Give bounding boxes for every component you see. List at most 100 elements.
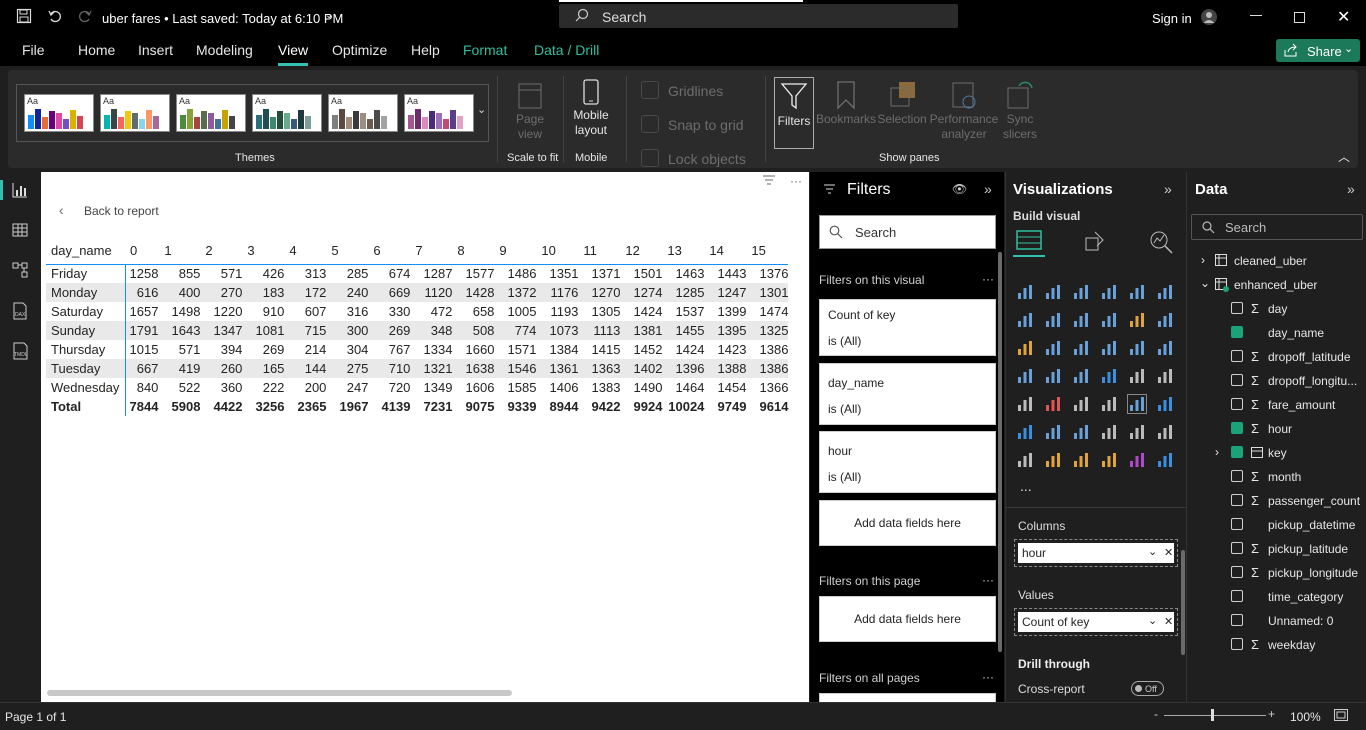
matrix-cell[interactable]: 767 [368, 340, 411, 359]
matrix-row[interactable]: Saturday 1657 1498 1220 910 607 316 330 472 658 10… [46, 302, 788, 321]
zoom-out-button[interactable]: - [1154, 707, 1158, 721]
columns-well[interactable]: hour ⌄ ✕ [1014, 539, 1178, 567]
field-checkbox[interactable] [1231, 446, 1243, 458]
menu-format[interactable]: Format [463, 42, 507, 58]
matrix-cell[interactable]: 1301 [746, 283, 789, 302]
menu-modeling[interactable]: Modeling [196, 42, 253, 58]
field-item[interactable]: Σdropoff_longitu... [1187, 370, 1366, 392]
matrix-cell[interactable]: 1247 [704, 283, 747, 302]
theme-thumbnail[interactable]: Aa [100, 94, 170, 132]
matrix-column-header[interactable]: 13 [662, 238, 704, 264]
undo-icon[interactable] [47, 8, 63, 27]
back-to-report-link[interactable]: Back to report [84, 204, 159, 218]
field-item[interactable]: Σfare_amount [1187, 394, 1366, 416]
selection-pane-button[interactable]: Selection [874, 80, 930, 126]
matrix-column-header[interactable]: 14 [704, 238, 746, 264]
eye-icon[interactable]: 👁 [952, 182, 967, 196]
field-item[interactable]: Σpickup_latitude [1187, 538, 1366, 560]
field-checkbox[interactable] [1231, 542, 1243, 554]
matrix-cell[interactable]: 8944 [536, 397, 579, 416]
matrix-cell[interactable]: 275 [326, 359, 369, 378]
matrix-row[interactable]: Sunday 1791 1643 1347 1081 715 300 269 348 508 774… [46, 321, 789, 340]
ribbon-visual-icon[interactable] [1016, 339, 1034, 357]
filter-card[interactable]: day_name is (All) [819, 363, 996, 425]
matrix-cell[interactable]: 222 [242, 378, 285, 397]
all-pages-dropzone[interactable] [819, 693, 996, 702]
matrix-cell[interactable]: 1287 [410, 264, 453, 283]
matrix-cell[interactable]: 840 [125, 378, 159, 397]
matrix-cell[interactable]: 667 [125, 359, 159, 378]
matrix-cell[interactable]: 607 [284, 302, 327, 321]
menu-help[interactable]: Help [411, 42, 440, 58]
format-visual-tab[interactable] [1083, 229, 1109, 258]
matrix-row-header[interactable]: Saturday [46, 302, 126, 321]
matrix-row[interactable]: Thursday 1015 571 394 269 214 304 767 1334 1660 15… [46, 340, 788, 359]
matrix-cell[interactable]: 1305 [578, 302, 621, 321]
matrix-cell[interactable]: 1363 [578, 359, 621, 378]
matrix-cell[interactable]: 1366 [746, 378, 789, 397]
snap-checkbox[interactable] [641, 115, 659, 133]
matrix-cell[interactable]: 1372 [494, 283, 537, 302]
matrix-cell[interactable]: 715 [284, 321, 327, 340]
matrix-cell[interactable]: 1120 [410, 283, 453, 302]
matrix-cell[interactable]: 1498 [158, 302, 201, 321]
field-checkbox[interactable] [1231, 350, 1243, 362]
matrix-cell[interactable]: 1606 [452, 378, 495, 397]
menu-view[interactable]: View [278, 42, 309, 66]
field-item[interactable]: time_category [1187, 586, 1366, 608]
matrix-column-header[interactable]: 1 [158, 238, 200, 264]
matrix-cell[interactable]: 394 [200, 340, 243, 359]
power-bi-visual-visual-icon[interactable] [1156, 451, 1174, 469]
matrix-cell[interactable]: 360 [200, 378, 243, 397]
matrix-cell[interactable]: 172 [284, 283, 327, 302]
chevron-down-icon[interactable]: ⌄ [477, 103, 486, 116]
matrix-cell[interactable]: 1274 [620, 283, 663, 302]
field-item[interactable]: Unnamed: 0 [1187, 610, 1366, 632]
matrix-cell[interactable]: 214 [284, 340, 327, 359]
matrix-cell[interactable]: 7231 [410, 397, 453, 416]
matrix-cell[interactable]: 1643 [158, 321, 201, 340]
vertical-scrollbar[interactable] [1181, 550, 1185, 655]
matrix-cell[interactable]: 270 [200, 283, 243, 302]
field-item[interactable]: Σpassenger_count [1187, 490, 1366, 512]
filter-card[interactable]: Count of key is (All) [819, 299, 996, 356]
field-checkbox[interactable] [1231, 614, 1243, 626]
100-stacked-area-visual-icon[interactable] [1100, 311, 1118, 329]
matrix-row-header[interactable]: Wednesday [46, 378, 126, 397]
fabric-visual-icon[interactable] [1128, 451, 1146, 469]
matrix-row[interactable]: Wednesday 840 522 360 222 200 247 720 1349 1606 15… [46, 378, 788, 397]
matrix-row-header[interactable]: Monday [46, 283, 126, 302]
cross-report-toggle[interactable]: Off [1131, 681, 1164, 696]
matrix-cell[interactable]: 247 [326, 378, 369, 397]
matrix-cell[interactable]: 1334 [410, 340, 453, 359]
save-icon[interactable] [16, 8, 32, 27]
line-stacked-column-visual-icon[interactable] [1128, 311, 1146, 329]
matrix-cell[interactable]: 1193 [536, 302, 578, 321]
funnel-visual-icon[interactable] [1072, 339, 1090, 357]
field-checkbox[interactable] [1231, 470, 1243, 482]
matrix-cell[interactable]: 330 [368, 302, 411, 321]
performance-analyzer-button[interactable]: Performance analyzer [926, 80, 1002, 142]
more-options-icon[interactable]: ··· [982, 573, 994, 587]
tmdl-view-icon[interactable]: TMDL [12, 342, 30, 360]
matrix-cell[interactable]: 616 [125, 283, 159, 302]
table-visual-icon[interactable] [1100, 395, 1118, 413]
data-search-input[interactable]: Search [1191, 214, 1363, 240]
matrix-cell[interactable]: 1386 [746, 359, 789, 378]
matrix-row[interactable]: Monday 616 400 270 183 172 240 669 1120 1428 1372 1… [46, 283, 789, 302]
remove-field-icon[interactable]: ✕ [1164, 546, 1173, 559]
field-item[interactable]: Σweekday [1187, 634, 1366, 656]
matrix-column-header[interactable]: 5 [326, 238, 368, 264]
matrix-cell[interactable]: 144 [284, 359, 327, 378]
custom-visual-visual-icon[interactable] [1100, 451, 1118, 469]
matrix-cell[interactable]: 720 [368, 378, 411, 397]
minimize-icon[interactable] [1250, 15, 1262, 16]
key-influencers-visual-icon[interactable] [1044, 423, 1062, 441]
matrix-cell[interactable]: 1657 [125, 302, 159, 321]
matrix-cell[interactable]: 400 [158, 283, 201, 302]
matrix-column-header[interactable]: 2 [200, 238, 242, 264]
matrix-cell[interactable]: 1464 [662, 378, 705, 397]
matrix-cell[interactable]: 1351 [536, 264, 579, 283]
field-checkbox[interactable] [1231, 326, 1243, 338]
more-visuals-icon[interactable]: ... [1020, 478, 1032, 494]
